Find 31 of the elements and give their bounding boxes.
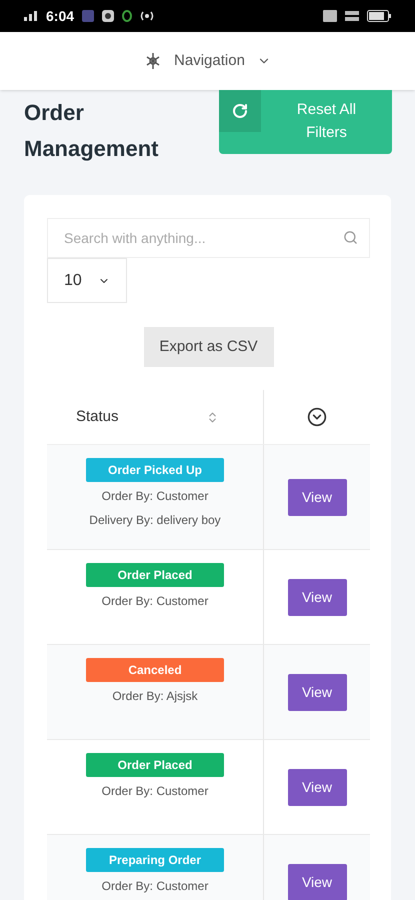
- notification-icon: [82, 10, 94, 22]
- view-button[interactable]: View: [288, 768, 346, 806]
- order-detail: Order By: Customer: [102, 488, 208, 505]
- search-icon: [343, 230, 358, 245]
- export-csv-button[interactable]: Export as CSV: [144, 327, 274, 367]
- order-detail: Order By: Ajsjsk: [112, 688, 198, 705]
- status-badge: Preparing Order: [86, 848, 224, 872]
- status-badge: Order Placed: [86, 753, 224, 777]
- order-detail: Order By: Customer: [102, 783, 208, 800]
- order-detail: Delivery By: delivery boy: [89, 512, 221, 529]
- battery-icon: [367, 10, 391, 22]
- order-detail: Order By: Customer: [102, 593, 208, 610]
- chevron-down-circle-icon[interactable]: [307, 407, 327, 427]
- status-badge: Order Placed: [86, 563, 224, 587]
- status-badge: Canceled: [86, 658, 224, 682]
- camera-icon: [102, 10, 114, 22]
- status-time: 6:04: [46, 6, 74, 26]
- view-button[interactable]: View: [288, 578, 346, 616]
- status-badge: Order Picked Up: [86, 458, 224, 482]
- page-size-select[interactable]: 10: [47, 258, 127, 303]
- refresh-icon: [232, 103, 248, 119]
- view-button[interactable]: View: [288, 864, 346, 900]
- navigation-toggle[interactable]: Navigation: [144, 50, 271, 72]
- order-detail: Order By: Customer: [102, 878, 208, 895]
- signal-icon: [24, 11, 38, 21]
- search-field[interactable]: Search with anything...: [47, 218, 370, 258]
- view-button[interactable]: View: [288, 478, 346, 516]
- column-header: Status: [76, 406, 119, 427]
- hotspot-icon: [140, 11, 154, 21]
- page-title: Order Management: [24, 99, 160, 163]
- view-button[interactable]: View: [288, 674, 346, 710]
